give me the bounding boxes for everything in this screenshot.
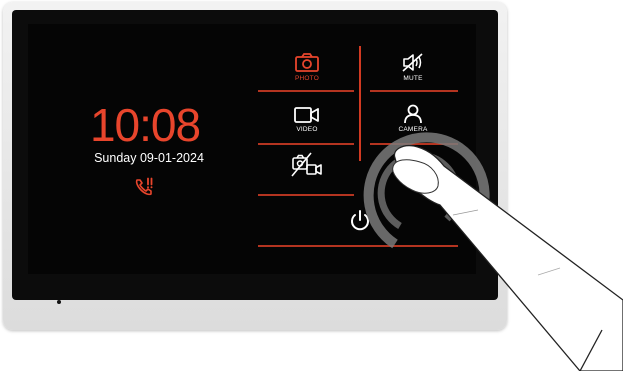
power-button[interactable]: [315, 209, 405, 233]
person-icon: [404, 104, 422, 124]
video-button[interactable]: VIDEO: [262, 106, 352, 133]
sensor-dot: [57, 300, 61, 304]
grid-divider-bottom: [258, 245, 458, 247]
grid-divider-row3-left: [258, 194, 354, 196]
phone-alert-icon[interactable]: [133, 176, 155, 198]
grid-divider-row1-left: [258, 90, 354, 92]
clock-time: 10:08: [89, 99, 201, 151]
speaker-mute-icon: [402, 53, 423, 72]
photo-button[interactable]: PHOTO: [262, 53, 352, 82]
grid-divider-row2-right: [370, 143, 458, 145]
grid-divider-row1-right: [370, 90, 458, 92]
photo-label: PHOTO: [295, 75, 319, 82]
mute-button[interactable]: MUTE: [368, 52, 458, 82]
grid-divider-vertical: [359, 46, 361, 161]
mute-label: MUTE: [403, 75, 423, 82]
camera-label: CAMERA: [398, 126, 428, 133]
video-label: VIDEO: [296, 126, 318, 133]
video-camera-icon: [294, 107, 319, 123]
clock-date: Sunday 09-01-2024: [94, 151, 204, 165]
power-icon: [351, 210, 369, 231]
camera-off-video-icon: [291, 152, 322, 177]
camera-photo-icon: [295, 53, 319, 72]
camera-off-button[interactable]: [262, 152, 352, 178]
grid-divider-row2-left: [258, 143, 354, 145]
camera-button[interactable]: CAMERA: [368, 104, 458, 133]
